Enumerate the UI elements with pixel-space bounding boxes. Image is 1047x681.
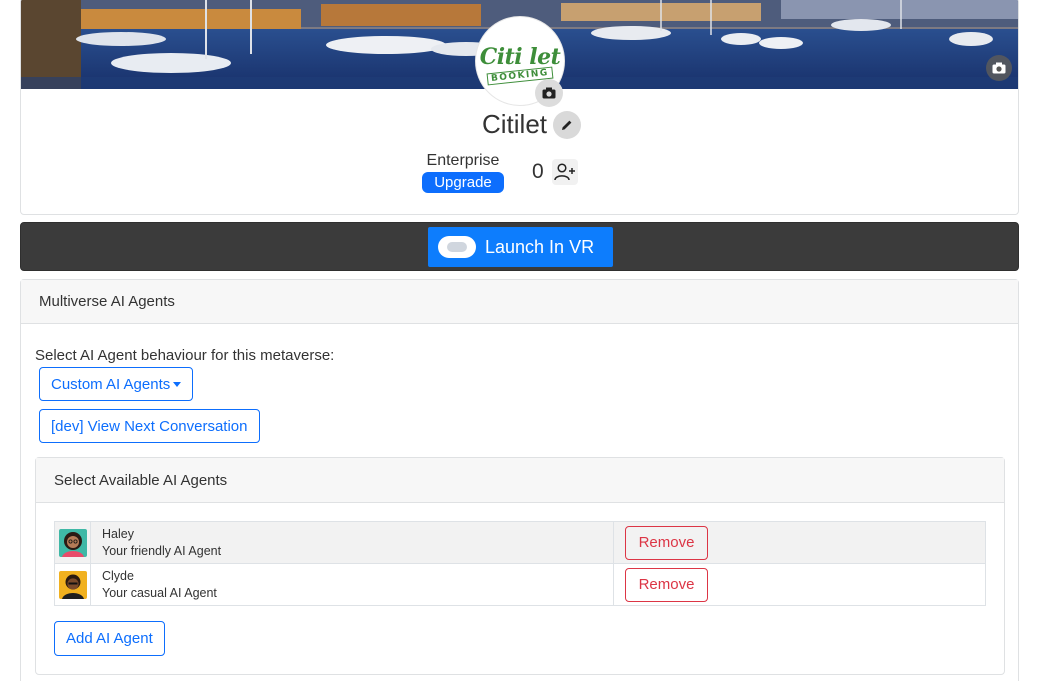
available-agents-header: Select Available AI Agents — [36, 458, 1004, 503]
agents-table: Haley Your friendly AI Agent Remove Clyd… — [54, 521, 986, 606]
multiverse-card-header: Multiverse AI Agents — [21, 280, 1018, 324]
vr-headset-icon — [438, 236, 476, 258]
agent-name: Clyde — [102, 568, 134, 583]
launch-vr-label: Launch In VR — [485, 236, 595, 257]
add-ai-agent-button[interactable]: Add AI Agent — [54, 621, 165, 656]
profile-card: Citi let BOOKING Citilet Enterprise Upgr… — [20, 0, 1019, 215]
vr-launch-bar: Launch In VR — [20, 222, 1019, 271]
available-agents-card: Select Available AI Agents Haley Your fr… — [35, 457, 1005, 675]
remove-agent-button[interactable]: Remove — [625, 567, 708, 602]
female-avatar-icon — [58, 528, 87, 557]
agent-behaviour-prompt: Select AI Agent behaviour for this metav… — [35, 347, 335, 364]
edit-name-pencil-icon[interactable] — [553, 110, 581, 139]
avatar-cell — [54, 521, 91, 564]
table-row: Haley Your friendly AI Agent Remove — [54, 521, 986, 564]
agent-info-cell: Haley Your friendly AI Agent — [90, 521, 614, 564]
multiverse-ai-agents-card: Multiverse AI Agents Select AI Agent beh… — [20, 279, 1019, 681]
table-row: Clyde Your casual AI Agent Remove — [54, 563, 986, 606]
logo-wordmark: Citi let — [479, 44, 561, 70]
profile-name: Citilet — [481, 109, 547, 139]
change-cover-camera-icon[interactable] — [986, 55, 1012, 81]
agent-action-cell: Remove — [613, 563, 986, 606]
agent-behaviour-selected: Custom AI Agents — [51, 375, 171, 393]
members-block: 0 — [532, 159, 578, 185]
agent-info-cell: Clyde Your casual AI Agent — [90, 563, 614, 606]
plan-block: Enterprise Upgrade — [419, 152, 507, 193]
caret-down-icon — [173, 381, 182, 387]
remove-agent-button[interactable]: Remove — [625, 525, 708, 560]
agent-behaviour-dropdown[interactable]: Custom AI Agents — [39, 367, 194, 401]
profile-name-row: Citilet — [21, 109, 1018, 140]
plan-label: Enterprise — [426, 152, 500, 169]
male-avatar-icon — [58, 570, 87, 599]
agent-description: Your friendly AI Agent — [102, 543, 222, 558]
add-member-icon[interactable] — [551, 159, 578, 185]
view-next-conversation-button[interactable]: [dev] View Next Conversation — [39, 409, 260, 443]
upgrade-button[interactable]: Upgrade — [422, 172, 504, 193]
member-count: 0 — [532, 160, 544, 183]
launch-vr-button[interactable]: Launch In VR — [428, 227, 613, 267]
agent-description: Your casual AI Agent — [102, 585, 217, 600]
change-logo-camera-icon[interactable] — [535, 79, 563, 107]
avatar-cell — [54, 563, 91, 606]
agent-name: Haley — [102, 526, 134, 541]
agent-action-cell: Remove — [613, 521, 986, 564]
profile-logo: Citi let BOOKING — [475, 16, 565, 107]
